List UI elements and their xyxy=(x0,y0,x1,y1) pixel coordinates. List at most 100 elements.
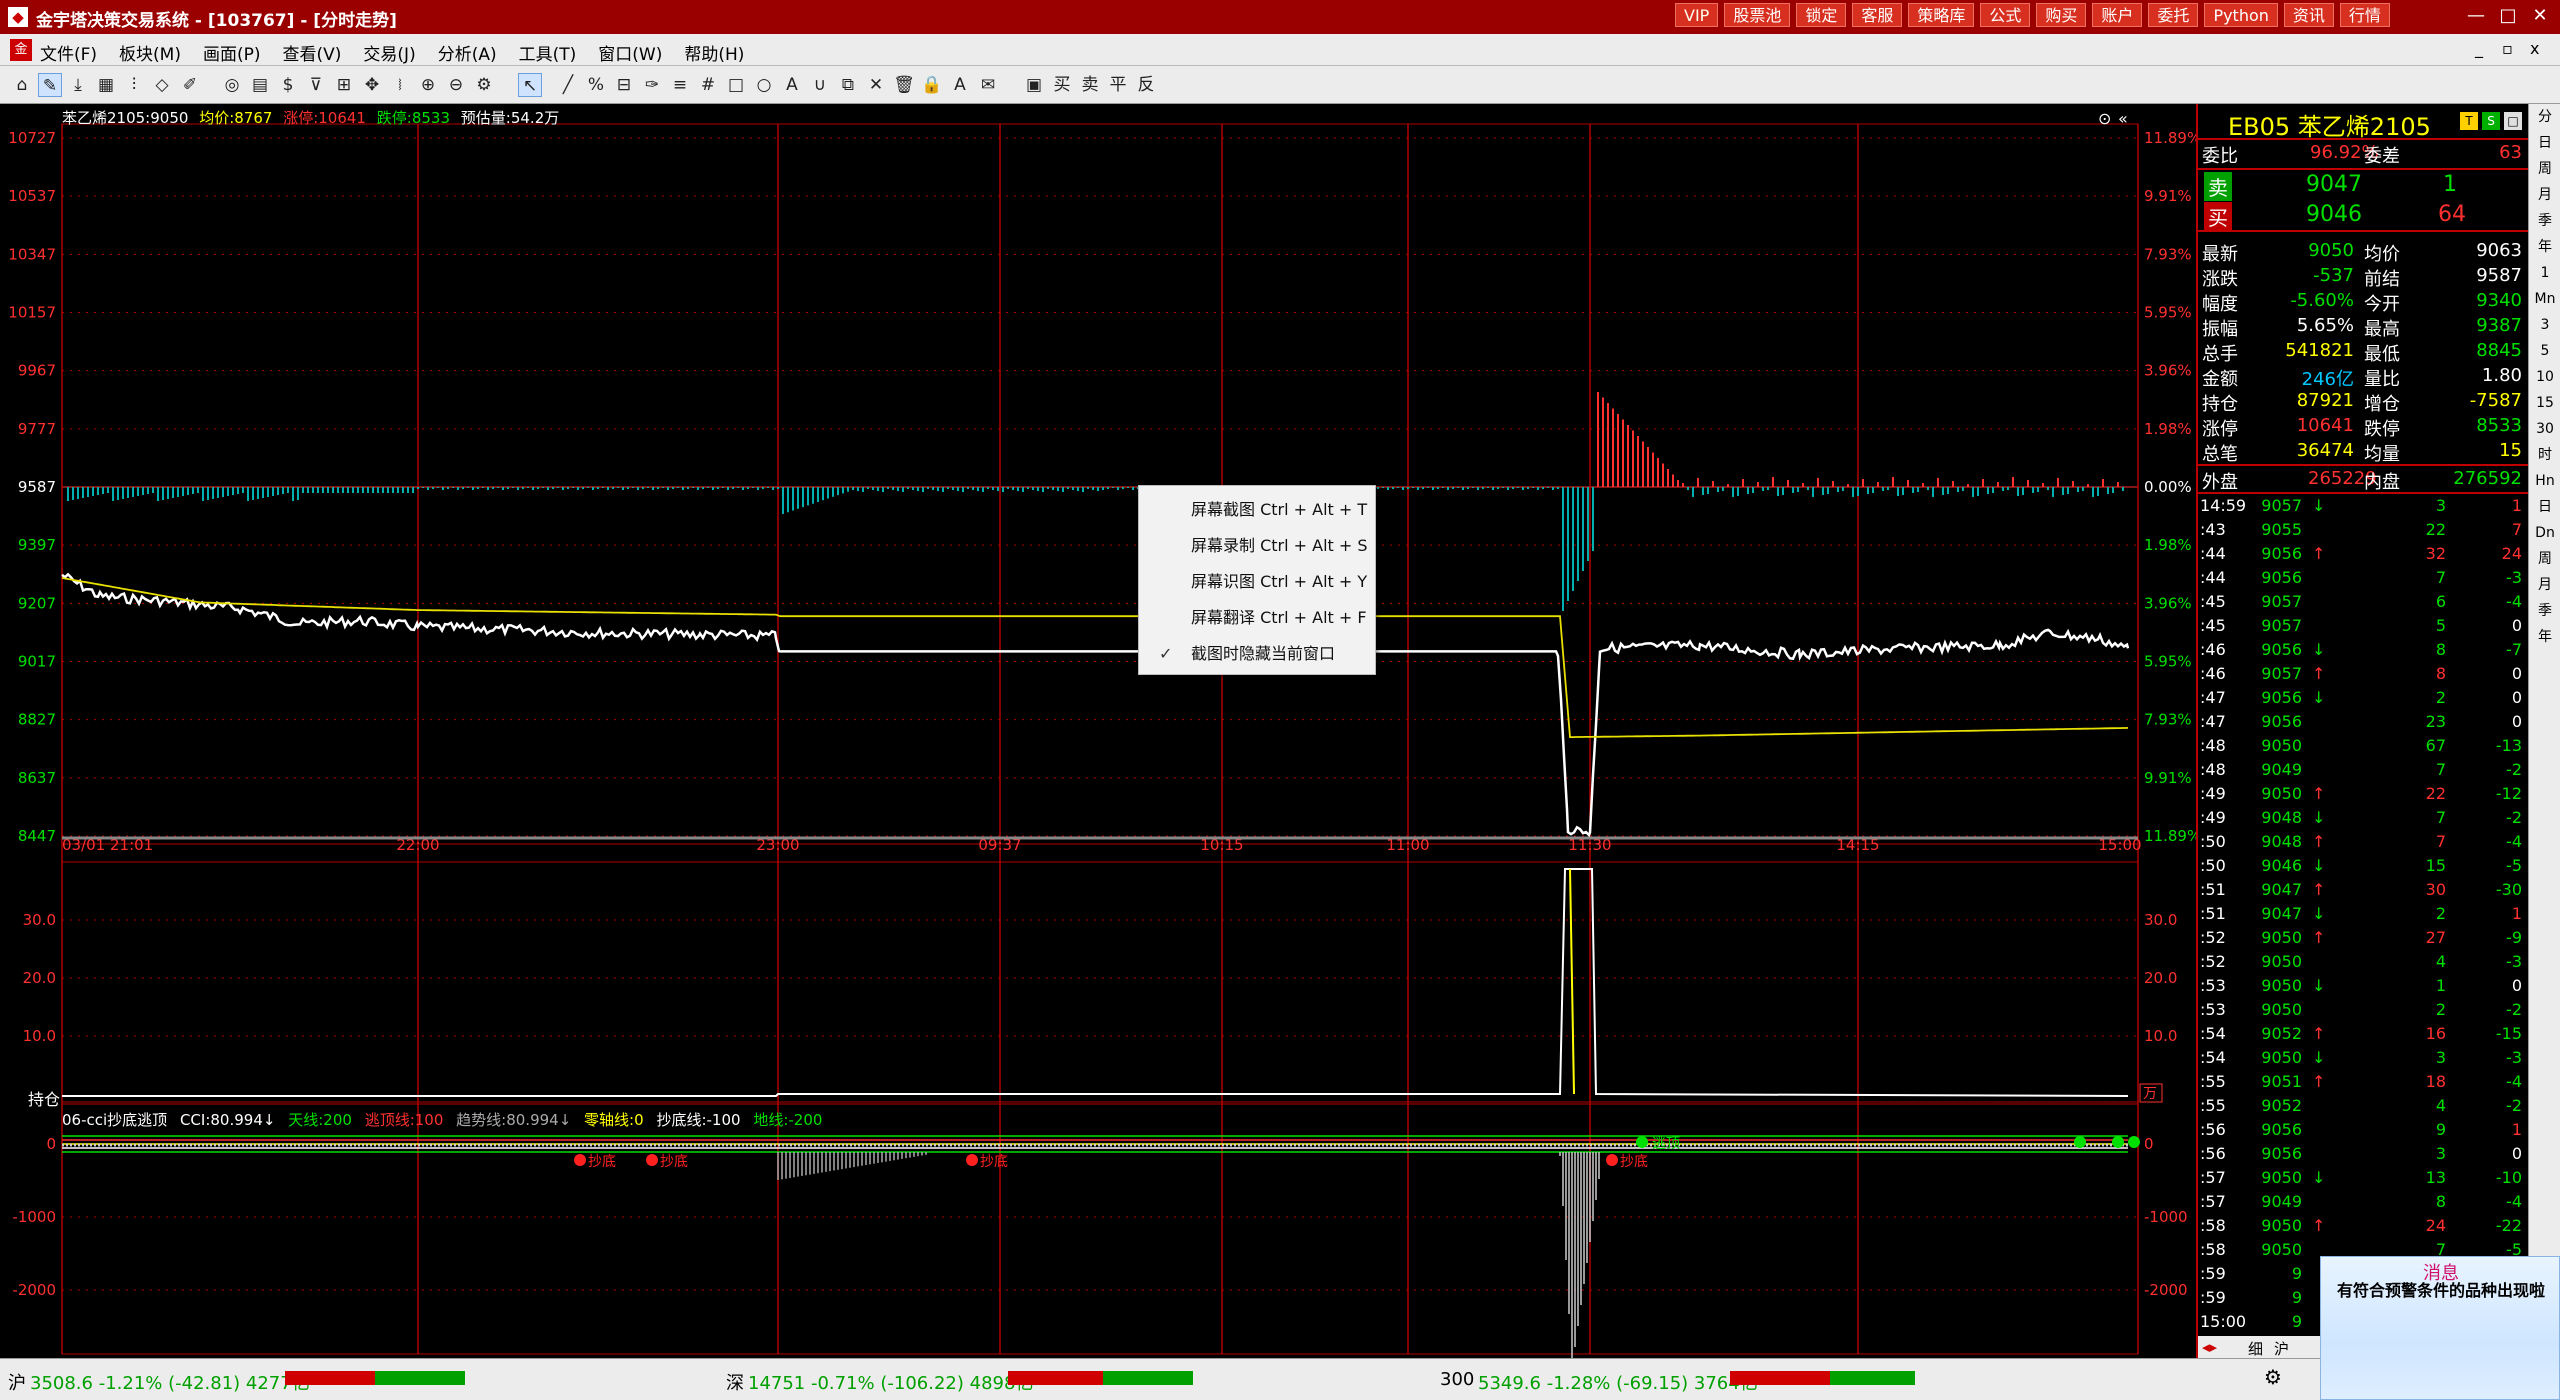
period-button-17[interactable]: 周 xyxy=(2529,546,2560,572)
sh-index[interactable]: 3508.6 -1.21% (-42.81) 4277亿 xyxy=(30,1369,310,1395)
period-button-2[interactable]: 周 xyxy=(2529,156,2560,182)
home-icon[interactable]: ⌂ xyxy=(10,73,34,97)
period-button-14[interactable]: Hn xyxy=(2529,468,2560,494)
title-button-1[interactable]: 股票池 xyxy=(1724,3,1791,27)
period-button-11[interactable]: 15 xyxy=(2529,390,2560,416)
title-button-8[interactable]: 委托 xyxy=(2148,3,2199,27)
top-signal-marker[interactable] xyxy=(2112,1136,2124,1148)
period-button-9[interactable]: 5 xyxy=(2529,338,2560,364)
zoom-in-icon[interactable]: ⊕ xyxy=(416,73,440,97)
context-menu-item[interactable]: 屏幕截图 Ctrl + Alt + T xyxy=(1139,492,1375,528)
minimize-button[interactable]: — xyxy=(2462,3,2490,29)
period-button-16[interactable]: Dn xyxy=(2529,520,2560,546)
copy-icon[interactable]: ⧉ xyxy=(836,73,860,97)
color-icon[interactable]: A xyxy=(948,73,972,97)
bottom-signal-marker[interactable] xyxy=(966,1154,978,1166)
menu-item-1[interactable]: 板块(M) xyxy=(119,40,181,65)
top-signal-marker[interactable] xyxy=(2074,1136,2086,1148)
menu-item-6[interactable]: 工具(T) xyxy=(519,40,577,65)
draw-icon[interactable]: ✎ xyxy=(38,73,62,97)
intraday-chart[interactable]: 10727 11.89% 10537 9.91% 10347 7.93% 10157 5.95… xyxy=(0,104,2196,1358)
mail-icon[interactable]: ✉ xyxy=(976,73,1000,97)
maximize-button[interactable]: □ xyxy=(2494,3,2522,29)
book-icon[interactable]: ▤ xyxy=(248,73,272,97)
period-button-6[interactable]: 1 xyxy=(2529,260,2560,286)
period-button-1[interactable]: 日 xyxy=(2529,130,2560,156)
context-menu-item[interactable]: 屏幕录制 Ctrl + Alt + S xyxy=(1139,528,1375,564)
title-button-10[interactable]: 资讯 xyxy=(2283,3,2334,27)
top-signal-marker[interactable] xyxy=(1636,1136,1648,1148)
move-icon[interactable]: ✥ xyxy=(360,73,384,97)
dollar-icon[interactable]: $ xyxy=(276,73,300,97)
title-button-3[interactable]: 客服 xyxy=(1852,3,1903,27)
zoom-out-icon[interactable]: ⊖ xyxy=(444,73,468,97)
ruler-icon[interactable]: ⊟ xyxy=(612,73,636,97)
title-button-5[interactable]: 公式 xyxy=(1980,3,2031,27)
percent-icon[interactable]: % xyxy=(584,73,608,97)
magnet-icon[interactable]: ∪ xyxy=(808,73,832,97)
indicator-name[interactable]: 06-cci抄底逃顶 xyxy=(62,1111,167,1129)
period-button-20[interactable]: 年 xyxy=(2529,624,2560,650)
title-button-9[interactable]: Python xyxy=(2204,3,2278,27)
bottom-signal-marker[interactable] xyxy=(574,1154,586,1166)
menu-item-3[interactable]: 查看(V) xyxy=(283,40,342,65)
period-button-0[interactable]: 分 xyxy=(2529,104,2560,130)
kline-icon[interactable]: ⫶ xyxy=(122,73,146,97)
menu-item-7[interactable]: 窗口(W) xyxy=(598,40,662,65)
title-button-2[interactable]: 锁定 xyxy=(1796,3,1847,27)
text-icon[interactable]: A xyxy=(780,73,804,97)
period-button-12[interactable]: 30 xyxy=(2529,416,2560,442)
chart-area[interactable]: 10727 11.89% 10537 9.91% 10347 7.93% 10157 5.95… xyxy=(0,104,2196,1358)
close-button[interactable]: ✕ xyxy=(2526,3,2554,29)
period-button-8[interactable]: 3 xyxy=(2529,312,2560,338)
mdi-minimize-button[interactable]: _ xyxy=(2475,39,2483,58)
trash-icon[interactable]: 🗑 xyxy=(892,73,916,97)
title-button-11[interactable]: 行情 xyxy=(2339,3,2390,27)
menu-item-2[interactable]: 画面(P) xyxy=(203,40,261,65)
mdi-restore-button[interactable]: ▫ xyxy=(2502,39,2513,58)
tab-shanghai[interactable]: 沪 xyxy=(2274,1338,2289,1359)
period-button-19[interactable]: 季 xyxy=(2529,598,2560,624)
title-button-7[interactable]: 账户 xyxy=(2092,3,2143,27)
title-button-4[interactable]: 策略库 xyxy=(1908,3,1975,27)
filter-icon[interactable]: ⊽ xyxy=(304,73,328,97)
grid-icon[interactable]: # xyxy=(696,73,720,97)
flat-icon[interactable]: 平 xyxy=(1106,73,1130,97)
gear-icon[interactable]: ⚙ xyxy=(472,73,496,97)
buy-icon[interactable]: 买 xyxy=(1050,73,1074,97)
menu-item-4[interactable]: 交易(J) xyxy=(363,40,415,65)
panel-options-icon[interactable]: ⊙ xyxy=(2098,109,2111,128)
period-button-10[interactable]: 10 xyxy=(2529,364,2560,390)
period-button-3[interactable]: 月 xyxy=(2529,182,2560,208)
period-button-4[interactable]: 季 xyxy=(2529,208,2560,234)
title-button-6[interactable]: 购买 xyxy=(2036,3,2087,27)
mdi-close-button[interactable]: x xyxy=(2530,39,2539,58)
status-gear-icon[interactable]: ⚙ xyxy=(2264,1365,2282,1389)
period-button-13[interactable]: 时 xyxy=(2529,442,2560,468)
edit-icon[interactable]: ✐ xyxy=(178,73,202,97)
rect-icon[interactable]: □ xyxy=(724,73,748,97)
menu-item-8[interactable]: 帮助(H) xyxy=(684,40,744,65)
panel-collapse-icon[interactable]: « xyxy=(2118,109,2128,128)
alert-message-popup[interactable]: 消息 有符合预警条件的品种出现啦 xyxy=(2320,1256,2560,1400)
title-button-0[interactable]: VIP xyxy=(1675,3,1719,27)
download-icon[interactable]: ⤓ xyxy=(66,73,90,97)
box-badge-icon[interactable]: □ xyxy=(2504,112,2522,130)
reverse-icon[interactable]: 反 xyxy=(1134,73,1158,97)
buy-row[interactable]: 买 9046 64 xyxy=(2198,200,2528,232)
pipe-icon[interactable]: ⧘ xyxy=(388,73,412,97)
context-menu-item[interactable]: ✓ 截图时隐藏当前窗口 xyxy=(1139,636,1375,672)
tab-prev-icon[interactable]: ◂▸ xyxy=(2202,1338,2217,1356)
top-signal-marker[interactable] xyxy=(2128,1136,2140,1148)
sell-row[interactable]: 卖 9047 1 xyxy=(2198,168,2528,201)
context-menu-item[interactable]: 屏幕翻译 Ctrl + Alt + F xyxy=(1139,600,1375,636)
line-icon[interactable]: ╱ xyxy=(556,73,580,97)
period-button-18[interactable]: 月 xyxy=(2529,572,2560,598)
bottom-signal-marker[interactable] xyxy=(1606,1154,1618,1166)
pen-icon[interactable]: ✑ xyxy=(640,73,664,97)
period-button-7[interactable]: Mn xyxy=(2529,286,2560,312)
hs300-index[interactable]: 5349.6 -1.28% (-69.15) 3764亿 xyxy=(1478,1369,1758,1395)
menu-item-0[interactable]: 文件(F) xyxy=(40,40,97,65)
table-icon[interactable]: ⊞ xyxy=(332,73,356,97)
ellipse-icon[interactable]: ○ xyxy=(752,73,776,97)
